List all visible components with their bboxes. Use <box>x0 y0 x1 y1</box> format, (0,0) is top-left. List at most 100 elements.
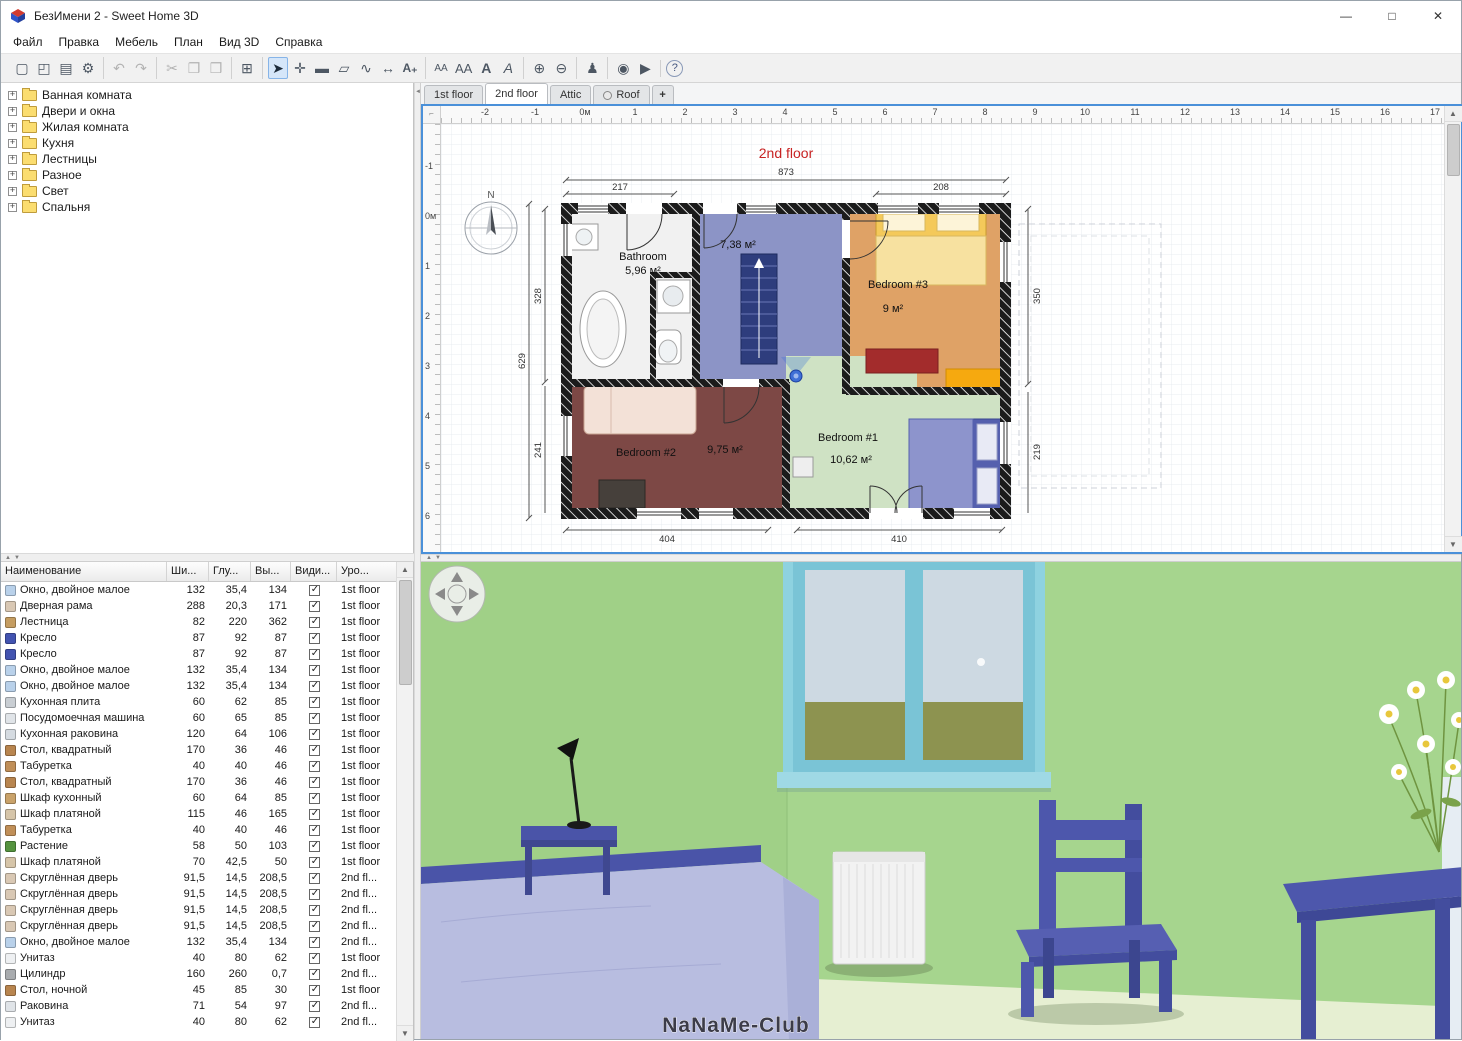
open-icon[interactable]: ◰ <box>34 57 54 79</box>
furniture-row[interactable]: Скруглённая дверь 91,5 14,5 208,5 2nd fl… <box>1 870 397 886</box>
view-3d[interactable]: NaNaMe-Club <box>421 562 1461 1039</box>
furniture-row[interactable]: Кресло 87 92 87 1st floor <box>1 646 397 662</box>
collapse-up-icon[interactable]: ▲ <box>426 555 432 561</box>
expand-toggle-icon[interactable] <box>8 139 17 148</box>
visibility-checkbox[interactable] <box>309 633 320 644</box>
catalog-category-row[interactable]: Двери и окна <box>1 103 413 119</box>
catalog-category-row[interactable]: Жилая комната <box>1 119 413 135</box>
save-icon[interactable]: ▤ <box>56 57 76 79</box>
column-depth[interactable]: Глу... <box>209 562 251 581</box>
visibility-checkbox[interactable] <box>309 697 320 708</box>
scroll-down-button[interactable]: ▼ <box>397 1025 414 1041</box>
virtual-visitor-icon[interactable]: ♟ <box>582 57 602 79</box>
catalog-category-row[interactable]: Разное <box>1 167 413 183</box>
create-video-icon[interactable]: ▶ <box>635 57 655 79</box>
visibility-checkbox[interactable] <box>309 825 320 836</box>
bed-bedroom3[interactable] <box>876 209 986 285</box>
visibility-checkbox[interactable] <box>309 761 320 772</box>
zoom-out-icon[interactable]: ⊖ <box>551 57 571 79</box>
furniture-row[interactable]: Посудомоечная машина 60 65 85 1st floor <box>1 710 397 726</box>
bed-3d[interactable] <box>421 845 819 1039</box>
increase-text-size-icon[interactable]: AA <box>453 57 474 79</box>
pan-tool-icon[interactable]: ✛ <box>290 57 310 79</box>
furniture-row[interactable]: Окно, двойное малое 132 35,4 134 1st flo… <box>1 662 397 678</box>
new-home-icon[interactable]: ▢ <box>12 57 32 79</box>
visibility-checkbox[interactable] <box>309 841 320 852</box>
furniture-row[interactable]: Кухонная раковина 120 64 106 1st floor <box>1 726 397 742</box>
furniture-row[interactable]: Табуретка 40 40 46 1st floor <box>1 822 397 838</box>
collapse-down-icon[interactable]: ▼ <box>435 555 441 561</box>
visibility-checkbox[interactable] <box>309 601 320 612</box>
expand-toggle-icon[interactable] <box>8 123 17 132</box>
furniture-row[interactable]: Скруглённая дверь 91,5 14,5 208,5 2nd fl… <box>1 918 397 934</box>
expand-toggle-icon[interactable] <box>8 107 17 116</box>
menu-view3d[interactable]: Вид 3D <box>211 32 267 52</box>
copy-icon[interactable]: ❐ <box>184 57 204 79</box>
scrollbar-thumb[interactable] <box>399 580 412 685</box>
visibility-checkbox[interactable] <box>309 665 320 676</box>
help-icon[interactable]: ? <box>666 60 683 77</box>
add-text-icon[interactable]: A₊ <box>400 57 420 79</box>
add-level-button[interactable]: + <box>652 85 674 104</box>
redo-icon[interactable]: ↷ <box>131 57 151 79</box>
left-right-splitter[interactable]: ◄ <box>414 83 421 1039</box>
furniture-row[interactable]: Унитаз 40 80 62 1st floor <box>1 950 397 966</box>
furniture-row[interactable]: Дверная рама 288 20,3 171 1st floor <box>1 598 397 614</box>
cut-icon[interactable]: ✂ <box>162 57 182 79</box>
furniture-row[interactable]: Табуретка 40 40 46 1st floor <box>1 758 397 774</box>
expand-toggle-icon[interactable] <box>8 187 17 196</box>
staircase[interactable] <box>741 254 777 364</box>
visibility-checkbox[interactable] <box>309 809 320 820</box>
furniture-row[interactable]: Шкаф кухонный 60 64 85 1st floor <box>1 790 397 806</box>
tab-1st-floor[interactable]: 1st floor <box>424 85 483 104</box>
bed-bedroom1[interactable] <box>909 419 1001 509</box>
visibility-checkbox[interactable] <box>309 857 320 868</box>
collapse-down-icon[interactable]: ▼ <box>14 555 20 561</box>
minimize-button[interactable]: — <box>1323 1 1369 31</box>
plan-scrollbar-thumb[interactable] <box>1447 124 1460 176</box>
bold-icon[interactable]: A <box>476 57 496 79</box>
armchair-bedroom2[interactable] <box>599 480 645 508</box>
expand-toggle-icon[interactable] <box>8 91 17 100</box>
furniture-row[interactable]: Окно, двойное малое 132 35,4 134 1st flo… <box>1 582 397 598</box>
plan-scroll-up-button[interactable]: ▲ <box>1445 106 1462 122</box>
visibility-checkbox[interactable] <box>309 777 320 788</box>
menu-help[interactable]: Справка <box>267 32 330 52</box>
visibility-checkbox[interactable] <box>309 985 320 996</box>
column-width[interactable]: Ши... <box>167 562 209 581</box>
navigation-widget[interactable] <box>429 566 485 622</box>
furniture-row[interactable]: Окно, двойное малое 132 35,4 134 2nd fl.… <box>1 934 397 950</box>
scroll-up-button[interactable]: ▲ <box>397 562 414 578</box>
create-rooms-icon[interactable]: ▱ <box>334 57 354 79</box>
maximize-button[interactable]: □ <box>1369 1 1415 31</box>
bed-bedroom2[interactable] <box>584 386 696 434</box>
plan-canvas[interactable]: 2nd floor <box>441 124 1444 552</box>
column-level[interactable]: Уро... <box>337 562 397 581</box>
radiator-3d[interactable] <box>825 852 933 977</box>
nightstand-bedroom1[interactable] <box>793 457 813 477</box>
plan-scrollbar[interactable]: ▲ ▼ <box>1444 106 1461 552</box>
plan-scroll-down-button[interactable]: ▼ <box>1445 536 1462 552</box>
furniture-row[interactable]: Раковина 71 54 97 2nd fl... <box>1 998 397 1014</box>
visibility-checkbox[interactable] <box>309 745 320 756</box>
menu-plan[interactable]: План <box>166 32 211 52</box>
italic-icon[interactable]: A <box>498 57 518 79</box>
create-dimensions-icon[interactable]: ↔ <box>378 57 398 79</box>
zoom-in-icon[interactable]: ⊕ <box>529 57 549 79</box>
visibility-checkbox[interactable] <box>309 681 320 692</box>
catalog-category-row[interactable]: Свет <box>1 183 413 199</box>
expand-toggle-icon[interactable] <box>8 171 17 180</box>
furniture-table-scrollbar[interactable]: ▲ ▼ <box>396 562 413 1041</box>
create-photo-icon[interactable]: ◉ <box>613 57 633 79</box>
visibility-checkbox[interactable] <box>309 873 320 884</box>
visibility-checkbox[interactable] <box>309 953 320 964</box>
visibility-checkbox[interactable] <box>309 921 320 932</box>
catalog-list-splitter[interactable]: ▲ ▼ <box>1 553 414 562</box>
paste-icon[interactable]: ❒ <box>206 57 226 79</box>
menu-furniture[interactable]: Мебель <box>107 32 166 52</box>
furniture-row[interactable]: Стол, ночной 45 85 30 1st floor <box>1 982 397 998</box>
menu-edit[interactable]: Правка <box>51 32 108 52</box>
visibility-checkbox[interactable] <box>309 889 320 900</box>
create-polylines-icon[interactable]: ∿ <box>356 57 376 79</box>
visibility-checkbox[interactable] <box>309 905 320 916</box>
